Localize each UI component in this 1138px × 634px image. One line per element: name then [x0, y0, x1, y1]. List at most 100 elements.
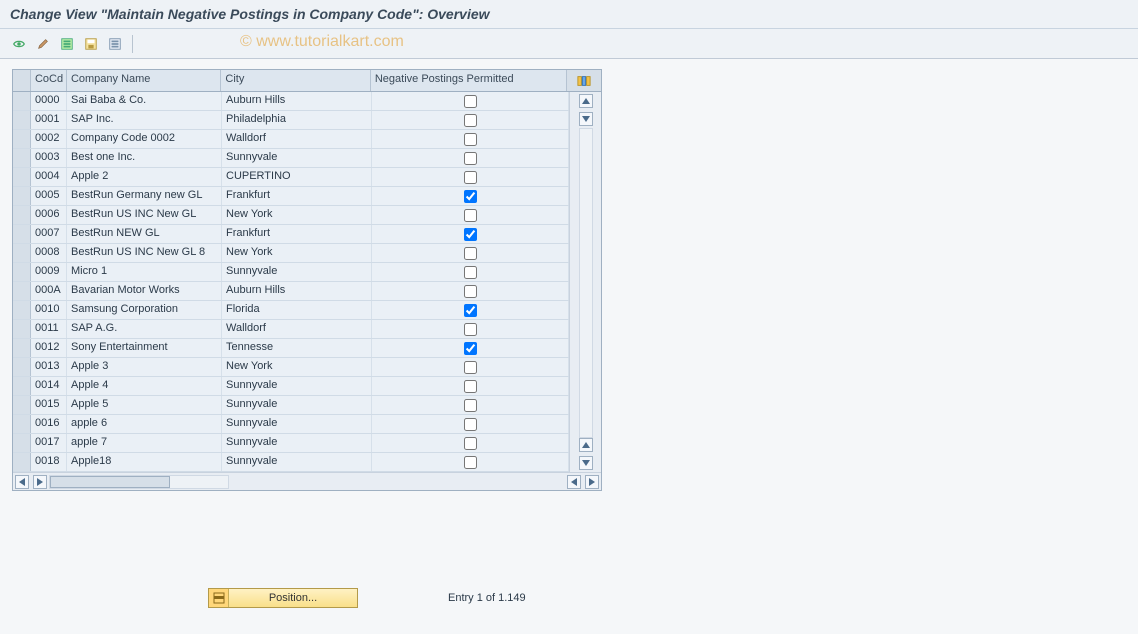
- column-header-cocd[interactable]: CoCd: [31, 70, 67, 91]
- row-selector[interactable]: [13, 320, 31, 338]
- column-header-city[interactable]: City: [221, 70, 370, 91]
- negative-postings-checkbox[interactable]: [464, 342, 477, 355]
- cell-cocd: 000A: [31, 282, 67, 300]
- row-selector[interactable]: [13, 244, 31, 262]
- horizontal-scrollbar[interactable]: [13, 472, 601, 490]
- negative-postings-checkbox[interactable]: [464, 304, 477, 317]
- scroll-up-bottom-button[interactable]: [579, 438, 593, 452]
- row-selector[interactable]: [13, 282, 31, 300]
- negative-postings-checkbox[interactable]: [464, 95, 477, 108]
- vertical-scrollbar[interactable]: [569, 92, 601, 472]
- row-selector[interactable]: [13, 434, 31, 452]
- cell-company-name: SAP A.G.: [67, 320, 222, 338]
- cell-city: Frankfurt: [222, 187, 372, 205]
- negative-postings-checkbox[interactable]: [464, 456, 477, 469]
- cell-negative-postings: [372, 111, 569, 129]
- negative-postings-checkbox[interactable]: [464, 399, 477, 412]
- column-header-negative-postings[interactable]: Negative Postings Permitted: [371, 70, 567, 91]
- negative-postings-checkbox[interactable]: [464, 380, 477, 393]
- row-selector[interactable]: [13, 225, 31, 243]
- row-selector[interactable]: [13, 396, 31, 414]
- configure-columns-button[interactable]: [567, 70, 601, 91]
- scroll-right-button[interactable]: [33, 475, 47, 489]
- cell-company-name: apple 6: [67, 415, 222, 433]
- change-icon[interactable]: [34, 35, 52, 53]
- table-row[interactable]: 0016apple 6Sunnyvale: [13, 415, 569, 434]
- row-selector[interactable]: [13, 415, 31, 433]
- negative-postings-checkbox[interactable]: [464, 266, 477, 279]
- negative-postings-checkbox[interactable]: [464, 361, 477, 374]
- negative-postings-checkbox[interactable]: [464, 133, 477, 146]
- row-selector[interactable]: [13, 358, 31, 376]
- negative-postings-checkbox[interactable]: [464, 418, 477, 431]
- table-row[interactable]: 0003Best one Inc.Sunnyvale: [13, 149, 569, 168]
- row-selector[interactable]: [13, 168, 31, 186]
- table-row[interactable]: 0002Company Code 0002Walldorf: [13, 130, 569, 149]
- table-row[interactable]: 0005BestRun Germany new GLFrankfurt: [13, 187, 569, 206]
- row-selector[interactable]: [13, 130, 31, 148]
- save-icon[interactable]: [82, 35, 100, 53]
- scroll-down-bottom-button[interactable]: [579, 456, 593, 470]
- row-selector[interactable]: [13, 187, 31, 205]
- row-selector[interactable]: [13, 149, 31, 167]
- row-selector[interactable]: [13, 263, 31, 281]
- table-row[interactable]: 0012Sony EntertainmentTennesse: [13, 339, 569, 358]
- table-row[interactable]: 0017apple 7Sunnyvale: [13, 434, 569, 453]
- negative-postings-checkbox[interactable]: [464, 323, 477, 336]
- other-view-icon[interactable]: [10, 35, 28, 53]
- row-selector[interactable]: [13, 92, 31, 110]
- scroll-left-button[interactable]: [15, 475, 29, 489]
- row-selector[interactable]: [13, 111, 31, 129]
- cell-negative-postings: [372, 301, 569, 319]
- negative-postings-checkbox[interactable]: [464, 114, 477, 127]
- negative-postings-checkbox[interactable]: [464, 228, 477, 241]
- row-selector[interactable]: [13, 301, 31, 319]
- scroll-right-end-button[interactable]: [585, 475, 599, 489]
- position-button[interactable]: Position...: [208, 588, 358, 608]
- scroll-down-button[interactable]: [579, 112, 593, 126]
- table-row[interactable]: 0014Apple 4Sunnyvale: [13, 377, 569, 396]
- select-all-icon[interactable]: [58, 35, 76, 53]
- table-row[interactable]: 0007BestRun NEW GLFrankfurt: [13, 225, 569, 244]
- negative-postings-checkbox[interactable]: [464, 285, 477, 298]
- cell-negative-postings: [372, 187, 569, 205]
- cell-company-name: BestRun US INC New GL: [67, 206, 222, 224]
- select-all-column[interactable]: [13, 70, 31, 91]
- table-row[interactable]: 0001SAP Inc.Philadelphia: [13, 111, 569, 130]
- cell-negative-postings: [372, 225, 569, 243]
- table-row[interactable]: 0010Samsung CorporationFlorida: [13, 301, 569, 320]
- cell-city: New York: [222, 244, 372, 262]
- row-selector[interactable]: [13, 339, 31, 357]
- negative-postings-checkbox[interactable]: [464, 247, 477, 260]
- table-row[interactable]: 0018Apple18Sunnyvale: [13, 453, 569, 472]
- cell-cocd: 0015: [31, 396, 67, 414]
- table-row[interactable]: 0009Micro 1Sunnyvale: [13, 263, 569, 282]
- negative-postings-checkbox[interactable]: [464, 209, 477, 222]
- table-row[interactable]: 0013Apple 3New York: [13, 358, 569, 377]
- row-selector[interactable]: [13, 377, 31, 395]
- cell-city: CUPERTINO: [222, 168, 372, 186]
- table-row[interactable]: 0006BestRun US INC New GLNew York: [13, 206, 569, 225]
- scroll-track[interactable]: [579, 128, 593, 438]
- negative-postings-checkbox[interactable]: [464, 437, 477, 450]
- table-row[interactable]: 000ABavarian Motor WorksAuburn Hills: [13, 282, 569, 301]
- negative-postings-checkbox[interactable]: [464, 152, 477, 165]
- column-header-company-name[interactable]: Company Name: [67, 70, 221, 91]
- position-icon: [209, 589, 229, 607]
- cell-negative-postings: [372, 339, 569, 357]
- table-row[interactable]: 0000Sai Baba & Co.Auburn Hills: [13, 92, 569, 111]
- table-row[interactable]: 0008BestRun US INC New GL 8New York: [13, 244, 569, 263]
- row-selector[interactable]: [13, 453, 31, 471]
- deselect-all-icon[interactable]: [106, 35, 124, 53]
- cell-city: Sunnyvale: [222, 377, 372, 395]
- negative-postings-checkbox[interactable]: [464, 171, 477, 184]
- table-row[interactable]: 0015Apple 5Sunnyvale: [13, 396, 569, 415]
- scroll-left-end-button[interactable]: [567, 475, 581, 489]
- negative-postings-checkbox[interactable]: [464, 190, 477, 203]
- table-row[interactable]: 0004Apple 2CUPERTINO: [13, 168, 569, 187]
- scroll-up-button[interactable]: [579, 94, 593, 108]
- row-selector[interactable]: [13, 206, 31, 224]
- hscroll-track[interactable]: [49, 475, 229, 489]
- hscroll-thumb[interactable]: [50, 476, 170, 488]
- table-row[interactable]: 0011SAP A.G.Walldorf: [13, 320, 569, 339]
